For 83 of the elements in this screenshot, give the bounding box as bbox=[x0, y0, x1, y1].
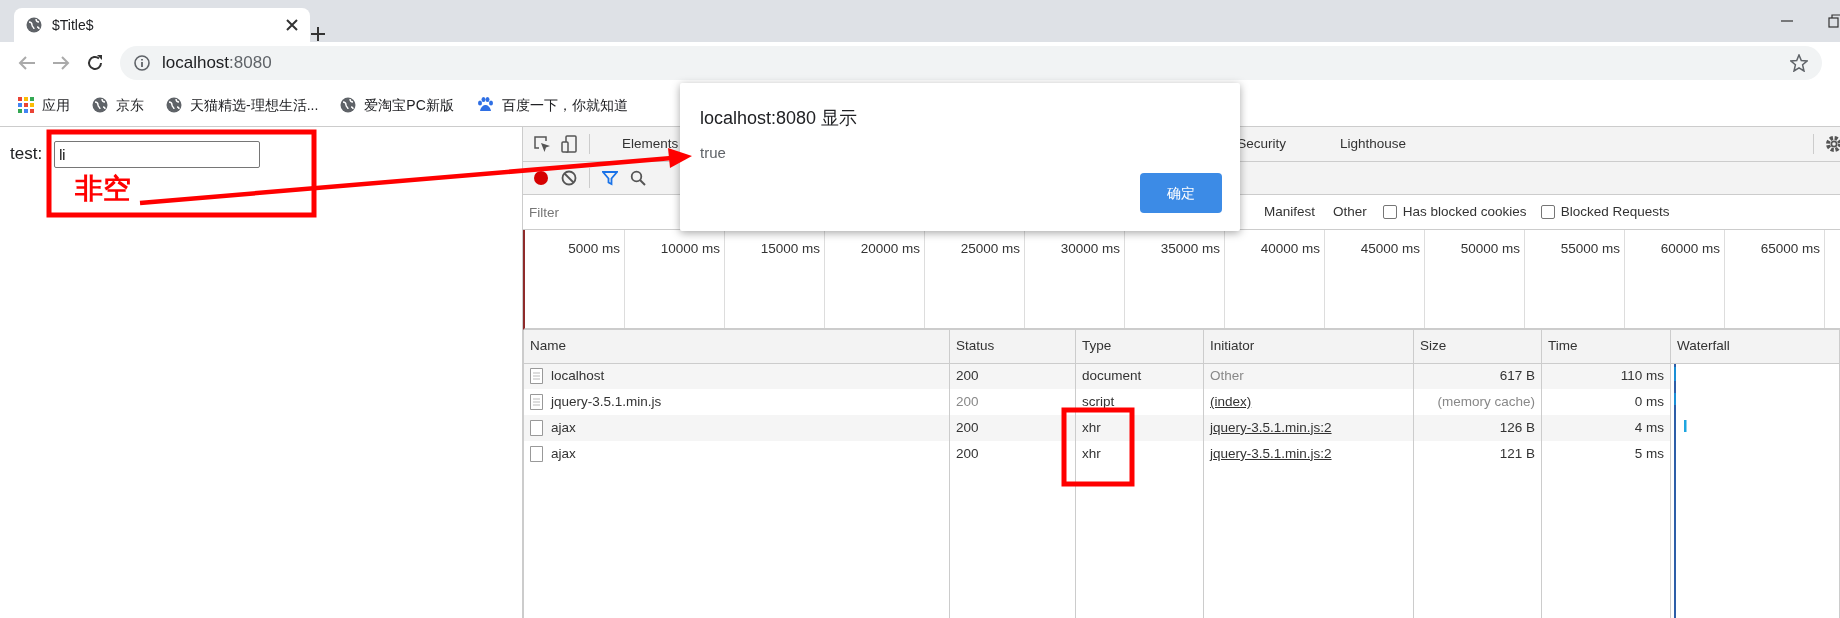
tab-title: $Title$ bbox=[52, 15, 95, 35]
bookmark[interactable]: 应用 bbox=[18, 94, 70, 116]
table-cell: document bbox=[1075, 363, 1204, 389]
request-name[interactable]: ajax bbox=[551, 417, 576, 439]
text-input[interactable]: li bbox=[54, 141, 261, 168]
info-icon bbox=[134, 55, 150, 71]
globe-icon bbox=[166, 97, 182, 113]
file-icon bbox=[530, 368, 543, 385]
tick-label: 25000 ms bbox=[960, 241, 1020, 256]
table-cell: 110 ms bbox=[1541, 363, 1671, 389]
checkbox-label: Blocked Requests bbox=[1560, 202, 1670, 221]
apps-icon bbox=[18, 97, 34, 113]
globe-icon bbox=[26, 17, 42, 33]
devtools-tab[interactable]: Lighthouse bbox=[1318, 127, 1429, 161]
initiator-link[interactable]: (index) bbox=[1210, 393, 1252, 409]
tick-label: 55000 ms bbox=[1560, 241, 1620, 256]
checkbox-label: Has blocked cookies bbox=[1402, 202, 1527, 221]
settings-icon[interactable] bbox=[1824, 135, 1840, 153]
table-cell: 200 bbox=[949, 415, 1076, 441]
close-icon[interactable] bbox=[286, 19, 298, 31]
tick-label: 35000 ms bbox=[1160, 241, 1220, 256]
column-header[interactable]: Status bbox=[949, 330, 1076, 363]
restore-icon[interactable] bbox=[1828, 14, 1840, 28]
type-filter[interactable]: Other bbox=[1331, 201, 1369, 223]
tick-label: 45000 ms bbox=[1360, 241, 1420, 256]
column-header[interactable]: Initiator bbox=[1203, 330, 1414, 363]
bookmark[interactable]: 天猫精选-理想生活... bbox=[166, 94, 319, 116]
request-name[interactable]: ajax bbox=[551, 443, 576, 465]
field-label: test: bbox=[10, 143, 43, 165]
table-cell: xhr bbox=[1075, 441, 1204, 467]
record-icon[interactable] bbox=[533, 170, 549, 186]
bookmark[interactable]: 京东 bbox=[92, 94, 144, 116]
tick-label: 40000 ms bbox=[1260, 241, 1320, 256]
tick-label: 30000 ms bbox=[1060, 241, 1120, 256]
star-icon[interactable] bbox=[1790, 54, 1808, 72]
file-icon bbox=[530, 420, 543, 436]
tick-label: 20000 ms bbox=[860, 241, 920, 256]
paw-icon bbox=[475, 96, 494, 114]
dialog-title: localhost:8080 显示 bbox=[700, 107, 859, 130]
globe-icon bbox=[340, 97, 357, 113]
device-toolbar-icon[interactable] bbox=[561, 135, 579, 153]
tick-label: 65000 ms bbox=[1760, 241, 1820, 256]
bookmark[interactable]: 百度一下，你就知道 bbox=[475, 94, 628, 116]
column-header[interactable]: Time bbox=[1541, 330, 1671, 363]
tick-label: 10000 ms bbox=[660, 241, 720, 256]
checkbox[interactable] bbox=[1540, 205, 1555, 219]
table-cell: xhr bbox=[1075, 415, 1204, 441]
address-bar[interactable]: localhost:8080 bbox=[120, 46, 1822, 80]
checkbox[interactable] bbox=[1382, 205, 1397, 219]
tick-label: 60000 ms bbox=[1660, 241, 1720, 256]
tick-label: 50000 ms bbox=[1460, 241, 1520, 256]
table-cell: 126 B bbox=[1413, 415, 1542, 441]
table-cell: 617 B bbox=[1413, 363, 1542, 389]
search-icon[interactable] bbox=[630, 170, 646, 186]
url-text: localhost:8080 bbox=[162, 52, 272, 75]
column-header[interactable]: Size bbox=[1413, 330, 1542, 363]
bookmark[interactable]: 爱淘宝PC新版 bbox=[340, 94, 454, 116]
globe-icon bbox=[92, 97, 108, 113]
request-name[interactable]: localhost bbox=[551, 366, 605, 387]
filter-icon[interactable] bbox=[602, 170, 618, 186]
new-tab-icon[interactable] bbox=[310, 26, 326, 42]
annotation-label: 非空 bbox=[75, 175, 131, 203]
column-header[interactable]: Waterfall bbox=[1670, 330, 1840, 363]
request-name[interactable]: jquery-3.5.1.min.js bbox=[551, 391, 662, 413]
initiator-link[interactable]: jquery-3.5.1.min.js:2 bbox=[1210, 445, 1332, 461]
table-cell: 5 ms bbox=[1541, 441, 1671, 467]
column-header[interactable]: Name bbox=[523, 330, 950, 363]
clear-icon[interactable] bbox=[561, 170, 577, 186]
file-icon bbox=[530, 394, 543, 410]
browser-tab[interactable]: $Title$ bbox=[14, 8, 310, 42]
type-filter[interactable]: Manifest bbox=[1262, 201, 1318, 223]
table-cell: 121 B bbox=[1413, 441, 1542, 467]
table-cell: 200 bbox=[949, 363, 1076, 389]
inspect-icon[interactable] bbox=[533, 135, 551, 153]
table-cell: 4 ms bbox=[1541, 415, 1671, 441]
table-cell: 200 bbox=[949, 441, 1076, 467]
column-header[interactable]: Type bbox=[1075, 330, 1204, 363]
file-icon bbox=[530, 446, 543, 462]
dialog-message: true bbox=[700, 143, 727, 163]
tick-label: 5000 ms bbox=[568, 241, 620, 256]
reload-icon[interactable] bbox=[86, 54, 104, 72]
table-cell: Other bbox=[1210, 368, 1244, 384]
tick-label: 15000 ms bbox=[760, 241, 820, 256]
